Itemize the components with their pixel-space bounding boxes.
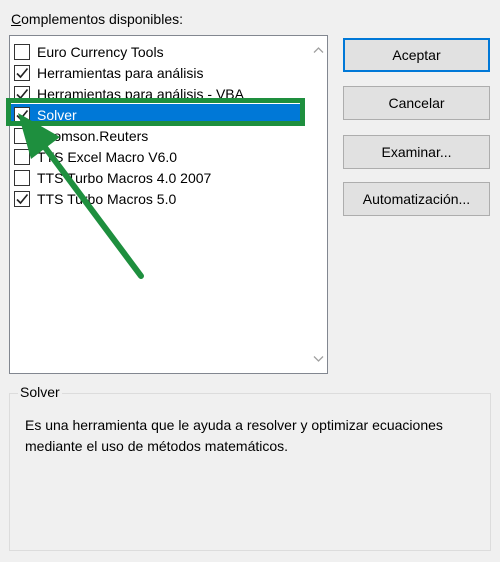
addin-description: Es una herramienta que le ayuda a resolv…: [25, 417, 443, 454]
addin-solver[interactable]: Solver: [11, 104, 303, 125]
addin-tts-turbo-macros-4[interactable]: TTS Turbo Macros 4.0 2007: [11, 167, 303, 188]
cancel-button[interactable]: Cancelar: [343, 86, 490, 120]
addin-checkbox[interactable]: [14, 64, 30, 81]
addin-checkbox[interactable]: [14, 127, 30, 144]
addin-checkbox[interactable]: [14, 169, 30, 186]
chevron-down-icon[interactable]: [312, 352, 325, 365]
addin-tts-excel-macro[interactable]: TTS Excel Macro V6.0: [11, 146, 303, 167]
browse-button[interactable]: Examinar...: [343, 135, 490, 169]
addin-checkbox[interactable]: [14, 106, 30, 123]
addin-euro-currency-tools[interactable]: Euro Currency Tools: [11, 41, 303, 62]
checkmark-icon: [16, 109, 29, 120]
automation-button[interactable]: Automatización...: [343, 182, 490, 216]
addin-checkbox[interactable]: [14, 190, 30, 207]
checkmark-icon: [16, 67, 29, 78]
addin-label: Euro Currency Tools: [37, 43, 164, 60]
addin-label: Solver: [37, 106, 77, 123]
addin-herramientas-analisis[interactable]: Herramientas para análisis: [11, 62, 303, 83]
addin-checkbox[interactable]: [14, 85, 30, 102]
addin-checkbox[interactable]: [14, 148, 30, 165]
addin-label: Herramientas para análisis - VBA: [37, 85, 244, 102]
addin-label: TTS Turbo Macros 4.0 2007: [37, 169, 212, 186]
addin-label: Herramientas para análisis: [37, 64, 204, 81]
addin-label: Thomson.Reuters: [37, 127, 149, 144]
checkmark-icon: [16, 193, 29, 204]
details-title: Solver: [18, 384, 62, 400]
addin-thomson-reuters[interactable]: Thomson.Reuters: [11, 125, 303, 146]
addin-label: TTS Turbo Macros 5.0: [37, 190, 177, 207]
checkmark-icon: [16, 88, 29, 99]
addin-label: TTS Excel Macro V6.0: [37, 148, 178, 165]
listbox-scrollbar[interactable]: [310, 36, 327, 373]
available-addins-caption: Complementos disponibles:: [11, 11, 183, 27]
addins-listbox[interactable]: Euro Currency Tools Herramientas para an…: [9, 35, 328, 374]
addin-herramientas-analisis-vba[interactable]: Herramientas para análisis - VBA: [11, 83, 303, 104]
accept-button[interactable]: Aceptar: [343, 38, 490, 72]
addin-tts-turbo-macros-5[interactable]: TTS Turbo Macros 5.0: [11, 188, 303, 209]
addin-checkbox[interactable]: [14, 43, 30, 60]
chevron-up-icon[interactable]: [312, 44, 325, 57]
